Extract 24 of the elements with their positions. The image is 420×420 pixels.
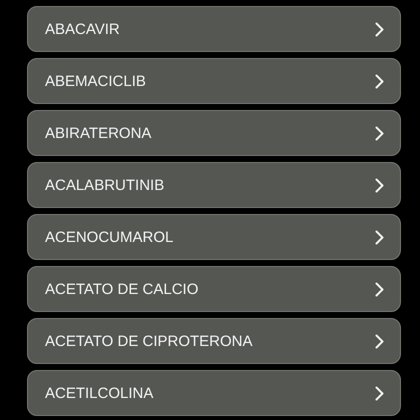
item-label: ACETATO DE CIPROTERONA xyxy=(45,332,253,350)
chevron-right-icon xyxy=(375,230,384,244)
chevron-right-icon xyxy=(375,74,384,88)
item-label: ACETATO DE CALCIO xyxy=(45,280,198,298)
list-item[interactable]: ABIRATERONA xyxy=(27,110,401,156)
item-label: ACETILCOLINA xyxy=(45,384,154,402)
item-label: ABIRATERONA xyxy=(45,124,152,142)
list-item[interactable]: ACETATO DE CALCIO xyxy=(27,266,401,312)
chevron-right-icon xyxy=(375,178,384,192)
item-label: ACENOCUMAROL xyxy=(45,228,174,246)
item-label: ABEMACICLIB xyxy=(45,72,146,90)
list-item[interactable]: ACALABRUTINIB xyxy=(27,162,401,208)
item-label: ACALABRUTINIB xyxy=(45,176,164,194)
item-label: ABACAVIR xyxy=(45,20,120,38)
chevron-right-icon xyxy=(375,386,384,400)
list-item[interactable]: ABEMACICLIB xyxy=(27,58,401,104)
list-item[interactable]: ACENOCUMAROL xyxy=(27,214,401,260)
chevron-right-icon xyxy=(375,282,384,296)
list-item[interactable]: ABACAVIR xyxy=(27,6,401,52)
chevron-right-icon xyxy=(375,334,384,348)
list-item[interactable]: ACETILCOLINA xyxy=(27,370,401,416)
list-item[interactable]: ACETATO DE CIPROTERONA xyxy=(27,318,401,364)
chevron-right-icon xyxy=(375,22,384,36)
chevron-right-icon xyxy=(375,126,384,140)
